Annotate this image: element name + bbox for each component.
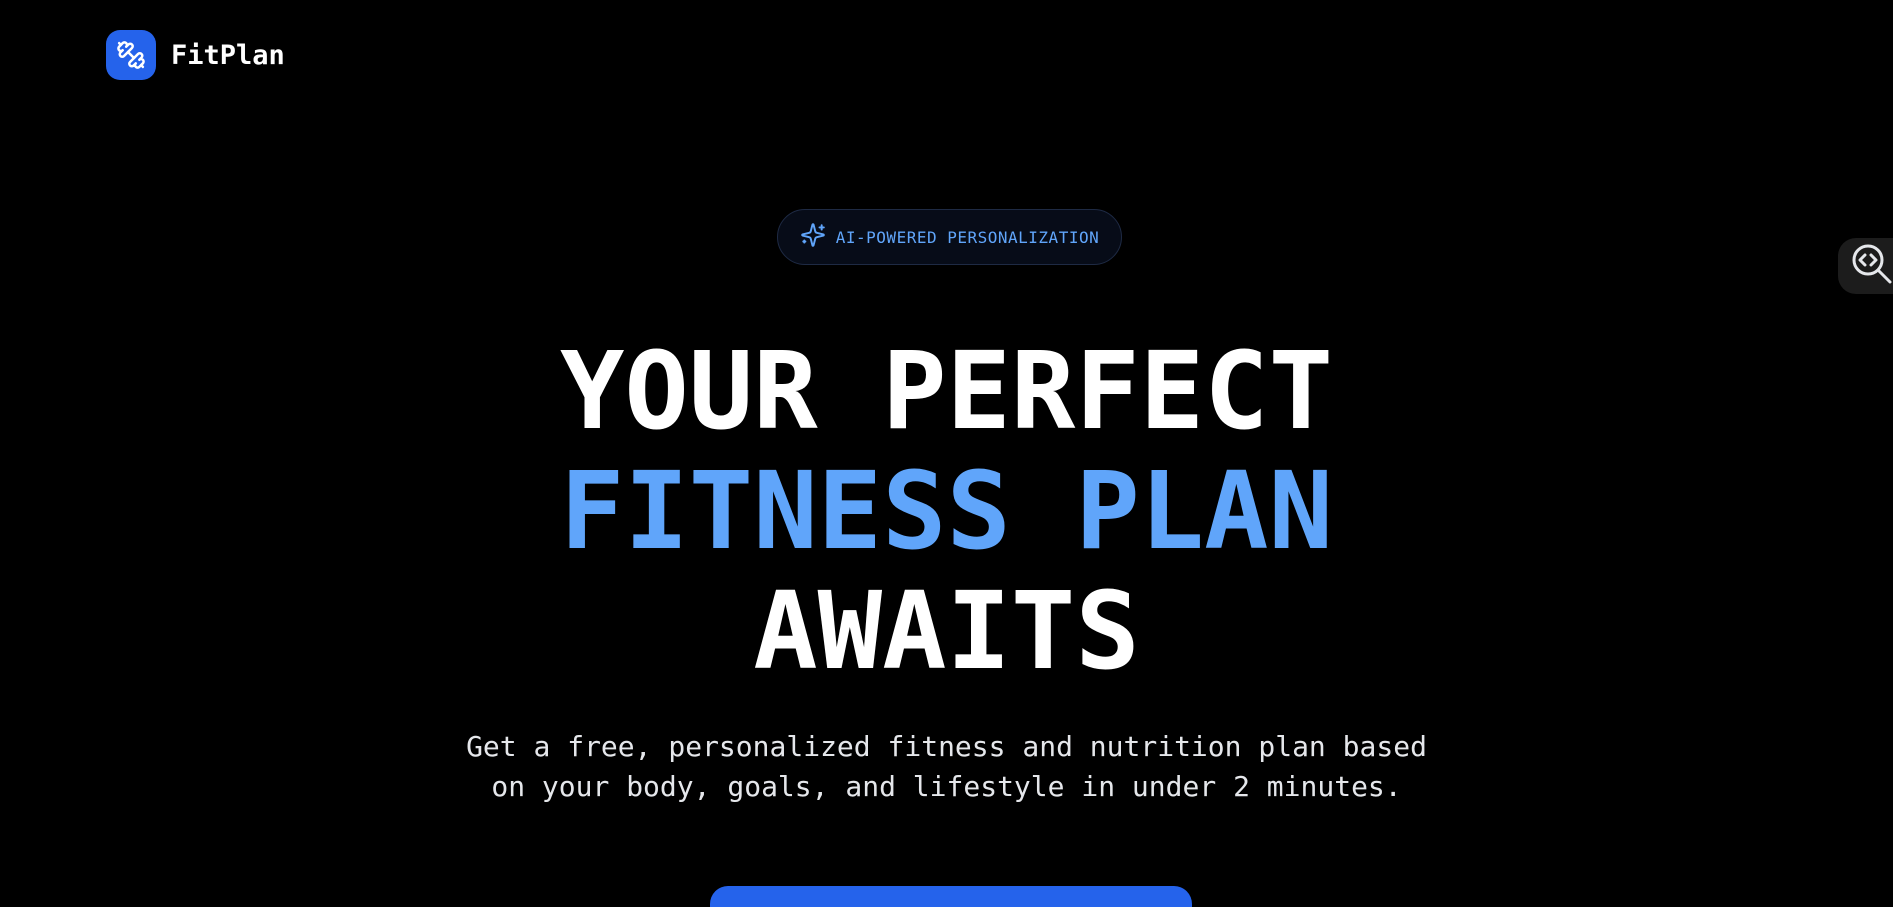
- hero-subtitle: Get a free, personalized fitness and nut…: [0, 727, 1893, 807]
- landing-page: FitPlan AI-POWERED PERSONALIZATION YOUR …: [0, 0, 1893, 907]
- badge-label: AI-POWERED PERSONALIZATION: [835, 227, 1100, 247]
- subtitle-line-1: Get a free, personalized fitness and nut…: [466, 730, 1427, 763]
- dumbbell-icon: [106, 30, 156, 80]
- hero-line-2-accent: FITNESS PLAN: [559, 450, 1334, 574]
- brand-logo-link[interactable]: FitPlan: [106, 30, 285, 80]
- hero-line-3: AWAITS: [753, 570, 1140, 694]
- hero-line-1: YOUR PERFECT: [559, 330, 1334, 454]
- floating-inspect-tool[interactable]: [1838, 238, 1893, 294]
- subtitle-line-2: on your body, goals, and lifestyle in un…: [491, 770, 1402, 803]
- brand-name: FitPlan: [171, 39, 285, 71]
- hero-heading: YOUR PERFECT FITNESS PLAN AWAITS: [0, 332, 1893, 692]
- ai-badge: AI-POWERED PERSONALIZATION: [777, 209, 1122, 265]
- code-search-icon: [1850, 242, 1893, 290]
- get-started-button[interactable]: [710, 886, 1192, 907]
- sparkles-icon: [800, 222, 826, 252]
